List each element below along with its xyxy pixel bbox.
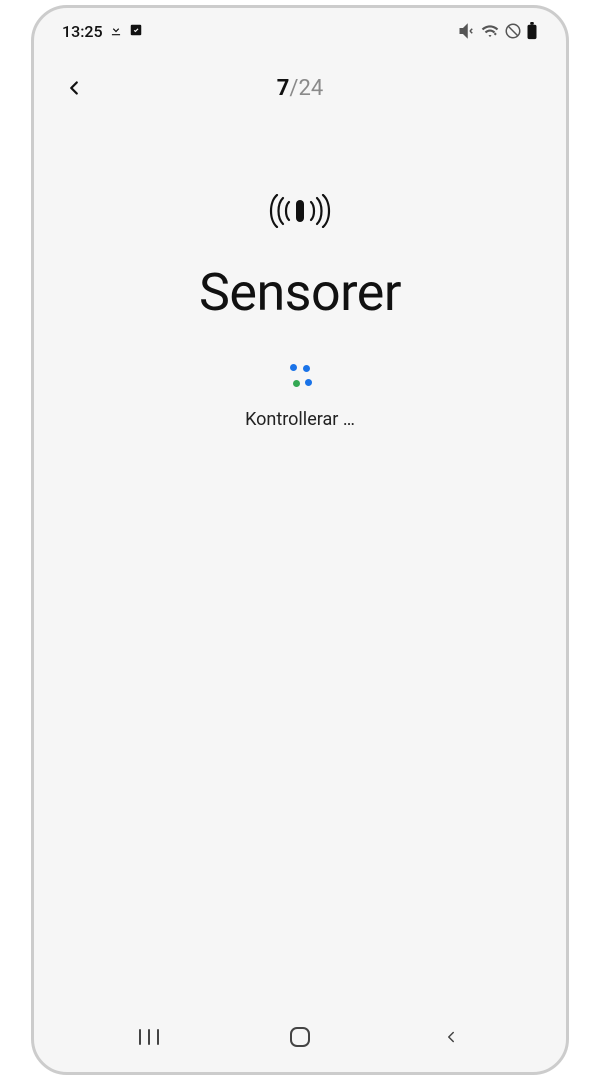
back-button[interactable] bbox=[54, 68, 94, 108]
progress-indicator: 7/24 bbox=[277, 76, 323, 101]
checkbox-icon bbox=[129, 22, 143, 41]
recents-icon bbox=[138, 1028, 160, 1046]
battery-icon bbox=[526, 22, 538, 40]
chevron-left-icon bbox=[63, 77, 85, 99]
page-title: Sensorer bbox=[199, 262, 401, 323]
loading-spinner-icon bbox=[287, 363, 313, 389]
recents-button[interactable] bbox=[119, 1017, 179, 1057]
device-frame: 13:25 7/24 bbox=[31, 5, 569, 1075]
status-bar-right bbox=[458, 22, 538, 40]
main-content: Sensorer Kontrollerar … bbox=[34, 104, 566, 1012]
status-bar: 13:25 bbox=[34, 8, 566, 44]
mute-icon bbox=[458, 22, 476, 40]
status-time: 13:25 bbox=[62, 22, 103, 41]
status-bar-left: 13:25 bbox=[62, 22, 143, 41]
home-icon bbox=[289, 1026, 311, 1048]
status-text: Kontrollerar … bbox=[245, 409, 355, 430]
progress-total: /24 bbox=[289, 76, 323, 101]
home-button[interactable] bbox=[270, 1017, 330, 1057]
no-signal-icon bbox=[504, 22, 522, 40]
wifi-icon bbox=[480, 22, 500, 40]
nav-back-button[interactable] bbox=[421, 1017, 481, 1057]
sensor-icon bbox=[268, 194, 332, 232]
chevron-left-icon bbox=[442, 1028, 460, 1046]
navigation-bar bbox=[34, 1012, 566, 1072]
progress-current: 7 bbox=[277, 76, 290, 101]
download-icon bbox=[109, 22, 123, 41]
app-header: 7/24 bbox=[34, 44, 566, 104]
